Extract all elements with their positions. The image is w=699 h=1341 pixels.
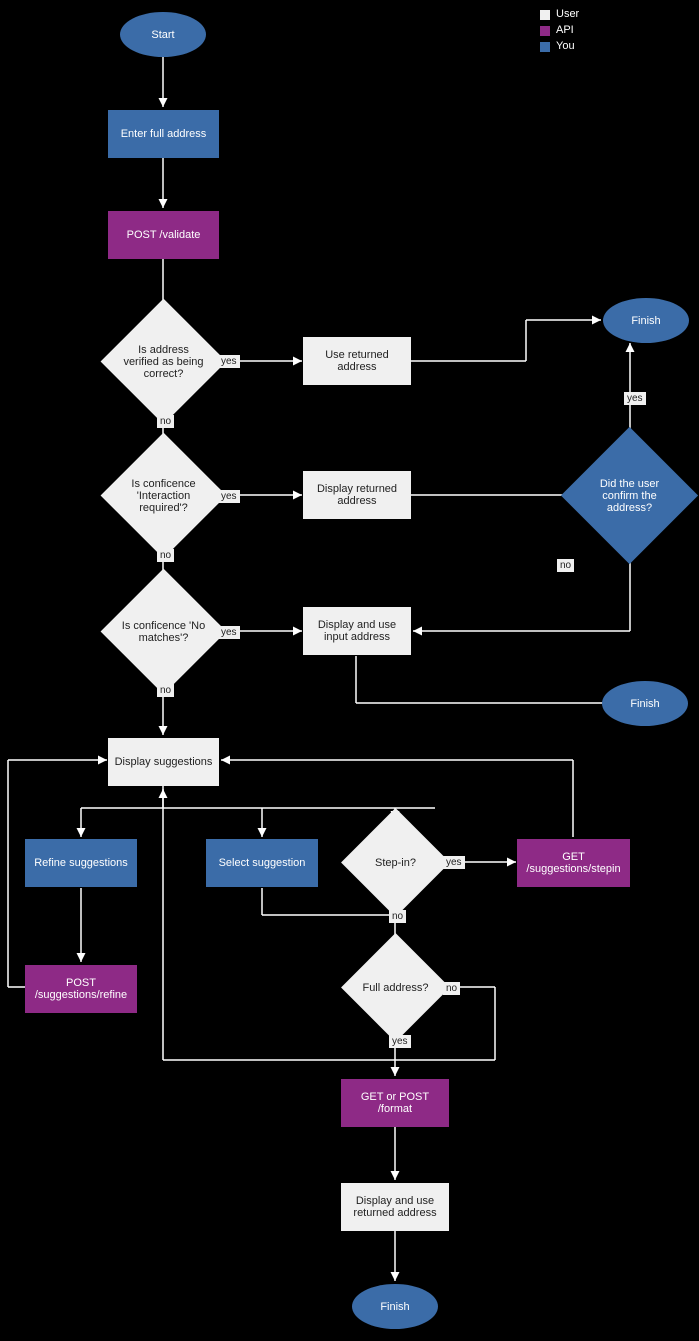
edge-interaction-yes: yes (218, 490, 240, 503)
process-display-returned: Display returned address (303, 471, 411, 519)
process-format: GET or POST /format (341, 1079, 449, 1127)
process-post-validate: POST /validate (108, 211, 219, 259)
process-enter-address: Enter full address (108, 110, 219, 158)
edge-confirm-yes: yes (624, 392, 646, 405)
edge-nomatch-yes: yes (218, 626, 240, 639)
decision-nomatch-label: Is conficence 'No matches'? (106, 587, 222, 676)
edge-interaction-no: no (157, 549, 174, 562)
decision-stepin: Step-in? (357, 824, 434, 901)
edge-fulladdr-no: no (443, 982, 460, 995)
process-display-suggestions: Display suggestions (108, 738, 219, 786)
edge-confirm-no: no (557, 559, 574, 572)
legend-label-user: User (556, 8, 579, 20)
edge-verified-no: no (157, 415, 174, 428)
decision-full-address-label: Full address? (345, 949, 445, 1026)
process-use-returned: Use returned address (303, 337, 411, 385)
decision-confirm-label: Did the user confirm the address? (566, 447, 692, 544)
process-display-use-returned: Display and use returned address (341, 1183, 449, 1231)
decision-nomatch: Is conficence 'No matches'? (119, 587, 208, 676)
edge-nomatch-no: no (157, 684, 174, 697)
legend-swatch-api (540, 26, 550, 36)
terminator-start: Start (120, 12, 206, 57)
process-get-stepin: GET /suggestions/stepin (517, 839, 630, 887)
legend-swatch-you (540, 42, 550, 52)
decision-stepin-label: Step-in? (345, 824, 445, 901)
decision-interaction-label: Is conficence 'Interaction required'? (106, 451, 222, 540)
decision-interaction: Is conficence 'Interaction required'? (119, 451, 208, 540)
terminator-finish-top: Finish (603, 298, 689, 343)
legend-swatch-user (540, 10, 550, 20)
legend-label-api: API (556, 24, 574, 36)
process-refine-suggestions: Refine suggestions (25, 839, 137, 887)
decision-full-address: Full address? (357, 949, 434, 1026)
edge-stepin-no: no (389, 910, 406, 923)
edge-stepin-yes: yes (443, 856, 465, 869)
terminator-finish-mid: Finish (602, 681, 688, 726)
decision-verified: Is address verified as being correct? (119, 317, 208, 406)
edge-fulladdr-yes: yes (389, 1035, 411, 1048)
process-post-refine: POST /suggestions/refine (25, 965, 137, 1013)
edge-verified-yes: yes (218, 355, 240, 368)
decision-confirm: Did the user confirm the address? (581, 447, 678, 544)
process-display-use-input: Display and use input address (303, 607, 411, 655)
decision-verified-label: Is address verified as being correct? (106, 317, 222, 406)
terminator-finish-bottom: Finish (352, 1284, 438, 1329)
process-select-suggestion: Select suggestion (206, 839, 318, 887)
legend-label-you: You (556, 40, 575, 52)
